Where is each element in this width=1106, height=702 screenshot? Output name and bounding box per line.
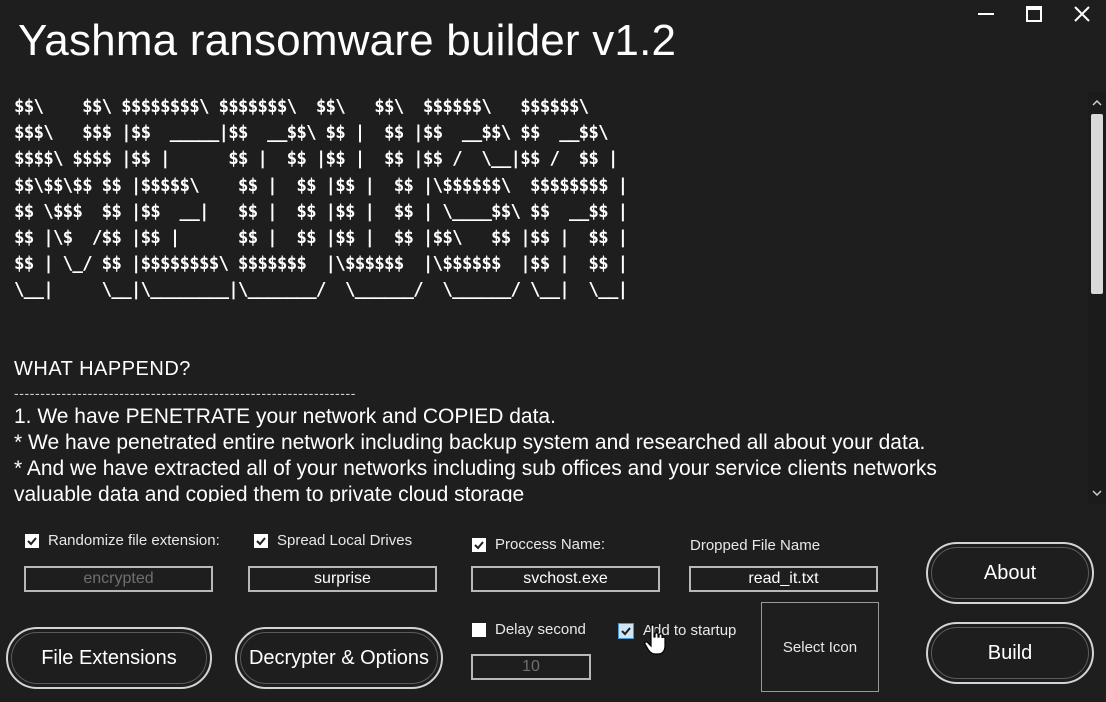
window-controls <box>962 0 1106 30</box>
dropped-file-label: Dropped File Name <box>690 537 821 554</box>
checkbox-checked-icon[interactable] <box>25 533 39 548</box>
note-line: * And we have extracted all of your netw… <box>14 457 937 480</box>
note-divider: ----------------------------------------… <box>14 385 357 401</box>
scroll-down-icon[interactable] <box>1088 484 1106 502</box>
spread-drives-checkbox[interactable]: Spread Local Drives <box>254 532 412 549</box>
select-icon-button[interactable]: Select Icon <box>761 602 879 692</box>
note-scrollbar[interactable] <box>1088 92 1106 504</box>
delay-checkbox[interactable]: Delay second <box>472 621 586 638</box>
note-body: WHAT HAPPEND? --------------------------… <box>14 356 1084 502</box>
randomize-extension-label: Randomize file extension: <box>48 532 220 549</box>
file-extensions-button[interactable]: File Extensions <box>6 627 212 689</box>
startup-checkbox[interactable]: Add to startup <box>618 622 736 639</box>
about-button[interactable]: About <box>926 542 1094 604</box>
hand-cursor-icon <box>644 624 666 661</box>
scroll-thumb[interactable] <box>1091 114 1103 294</box>
note-line: 1. We have PENETRATE your network and CO… <box>14 405 556 428</box>
spread-drives-label: Spread Local Drives <box>277 532 413 549</box>
process-name-checkbox[interactable]: Proccess Name: <box>472 536 605 553</box>
checkbox-checked-icon[interactable] <box>254 533 268 548</box>
decrypter-options-button[interactable]: Decrypter & Options <box>235 627 443 689</box>
process-name-label: Proccess Name: <box>495 536 606 553</box>
extension-field[interactable]: encrypted <box>24 566 213 592</box>
window-title: Yashma ransomware builder v1.2 <box>18 16 677 65</box>
build-button[interactable]: Build <box>926 622 1094 684</box>
ascii-banner: $$\ $$\ $$$$$$$$\ $$$$$$$\ $$\ $$\ $$$$$… <box>14 97 628 301</box>
note-line: * We have penetrated entire network incl… <box>14 431 926 454</box>
process-name-field[interactable]: svchost.exe <box>471 566 660 592</box>
maximize-icon[interactable] <box>1010 0 1058 28</box>
minimize-icon[interactable] <box>962 0 1010 28</box>
randomize-extension-checkbox[interactable]: Randomize file extension: <box>25 532 220 549</box>
scroll-up-icon[interactable] <box>1088 94 1106 112</box>
checkbox-checked-icon[interactable] <box>618 622 634 639</box>
close-icon[interactable] <box>1058 0 1106 28</box>
checkbox-unchecked-icon[interactable] <box>472 622 486 637</box>
note-heading: WHAT HAPPEND? <box>14 358 191 380</box>
ransom-note-textarea[interactable]: $$\ $$\ $$$$$$$$\ $$$$$$$\ $$\ $$\ $$$$$… <box>0 86 1088 502</box>
spread-drives-field[interactable]: surprise <box>248 566 437 592</box>
note-line: valuable data and copied them to private… <box>14 483 525 502</box>
dropped-file-field[interactable]: read_it.txt <box>689 566 878 592</box>
delay-label: Delay second <box>495 621 586 638</box>
delay-seconds-field[interactable]: 10 <box>471 654 591 680</box>
checkbox-checked-icon[interactable] <box>472 537 486 552</box>
